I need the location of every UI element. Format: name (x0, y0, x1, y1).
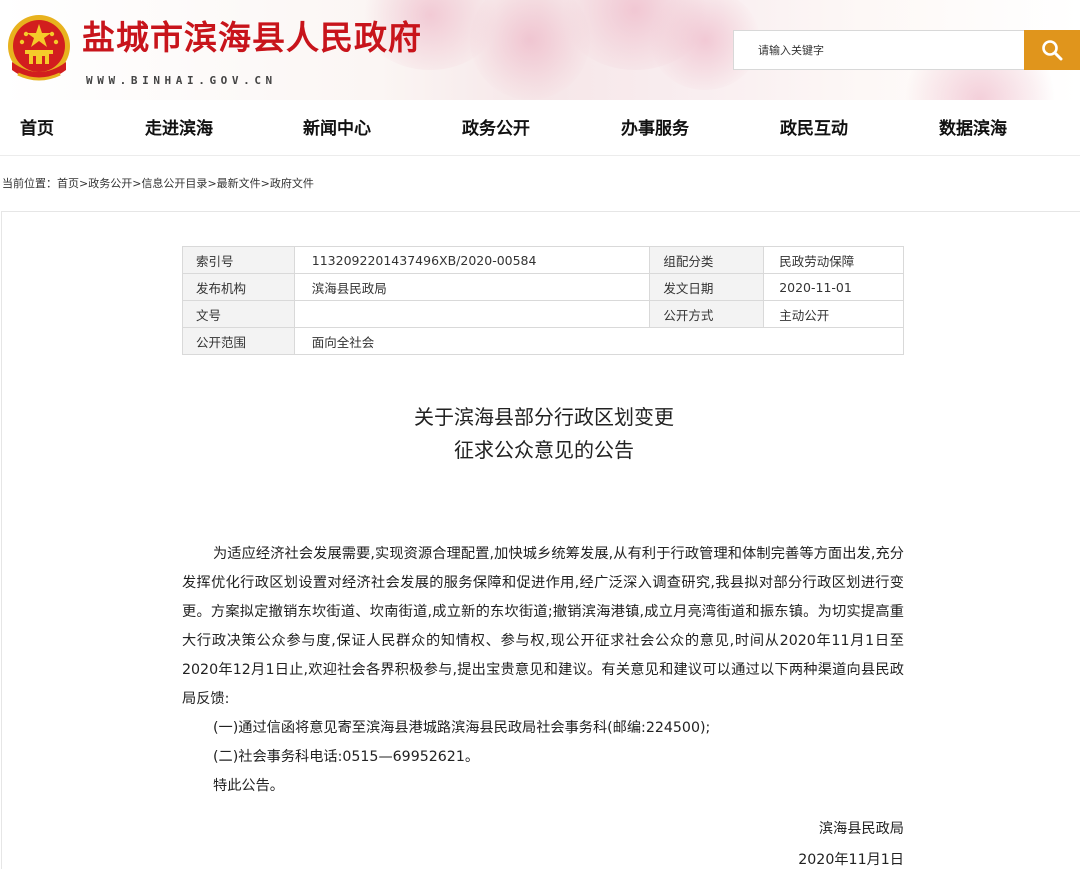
breadcrumb-prefix: 当前位置： (2, 177, 57, 190)
document-title-line1: 关于滨海县部分行政区划变更 (414, 405, 674, 429)
site-header: 盐城市滨海县人民政府 WWW.BINHAI.GOV.CN (0, 0, 1080, 100)
breadcrumb-link-catalog[interactable]: 信息公开目录 (141, 177, 207, 190)
document-title-line2: 征求公众意见的公告 (454, 438, 634, 462)
table-row: 索引号 1132092201437496XB/2020-00584 组配分类 民… (182, 246, 904, 274)
body-list-item: (一)通过信函将意见寄至滨海县港城路滨海县民政局社会事务科(邮编:224500)… (213, 720, 711, 736)
meta-value: 面向全社会 (293, 327, 905, 355)
meta-value: 滨海县民政局 (293, 273, 651, 301)
site-title: 盐城市滨海县人民政府 (82, 18, 422, 57)
breadcrumb-link-gov-docs[interactable]: 政府文件 (270, 177, 314, 190)
meta-label: 发文日期 (649, 273, 765, 301)
meta-label: 公开范围 (182, 327, 295, 355)
search-icon (1042, 40, 1063, 61)
nav-item-about[interactable]: 走进滨海 (145, 100, 213, 156)
document-meta-table: 索引号 1132092201437496XB/2020-00584 组配分类 民… (182, 246, 905, 355)
document-signature: 滨海县民政局 (818, 821, 904, 837)
site-url: WWW.BINHAI.GOV.CN (86, 74, 277, 87)
meta-value (293, 300, 651, 328)
meta-value: 2020-11-01 (763, 273, 904, 301)
meta-label: 发布机构 (182, 273, 295, 301)
breadcrumb-link-latest[interactable]: 最新文件 (217, 177, 261, 190)
nav-item-gov-affairs[interactable]: 政务公开 (462, 100, 530, 156)
nav-item-home[interactable]: 首页 (20, 100, 54, 156)
document-body: 为适应经济社会发展需要,实现资源合理配置,加快城乡统筹发展,从有利于行政管理和体… (182, 540, 904, 801)
document-date: 2020年11月1日 (798, 852, 904, 868)
nav-item-services[interactable]: 办事服务 (621, 100, 689, 156)
meta-label: 组配分类 (649, 246, 765, 274)
meta-label: 文号 (182, 300, 295, 328)
nav-item-news[interactable]: 新闻中心 (303, 100, 371, 156)
main-nav: 首页 走进滨海 新闻中心 政务公开 办事服务 政民互动 数据滨海 (0, 100, 1080, 156)
meta-label: 索引号 (182, 246, 295, 274)
search-button[interactable] (1024, 30, 1080, 70)
national-emblem-icon (8, 15, 70, 81)
breadcrumb-link-gov-affairs[interactable]: 政务公开 (88, 177, 132, 190)
meta-value: 主动公开 (763, 300, 904, 328)
table-row: 发布机构 滨海县民政局 发文日期 2020-11-01 (182, 273, 904, 301)
body-closing: 特此公告。 (213, 778, 284, 794)
table-row: 文号 公开方式 主动公开 (182, 300, 904, 328)
body-paragraph: 为适应经济社会发展需要,实现资源合理配置,加快城乡统筹发展,从有利于行政管理和体… (182, 546, 904, 707)
search-input[interactable] (733, 30, 1025, 70)
breadcrumb-separator: > (79, 177, 89, 190)
meta-value: 民政劳动保障 (763, 246, 904, 274)
nav-item-data[interactable]: 数据滨海 (939, 100, 1007, 156)
table-row: 公开范围 面向全社会 (182, 327, 905, 355)
body-list-item: (二)社会事务科电话:0515—69952621。 (213, 749, 480, 765)
breadcrumb-separator: > (260, 177, 270, 190)
nav-item-interaction[interactable]: 政民互动 (780, 100, 848, 156)
breadcrumb: 当前位置：首页>政务公开>信息公开目录>最新文件>政府文件 (2, 175, 314, 191)
breadcrumb-separator: > (207, 177, 217, 190)
breadcrumb-link-home[interactable]: 首页 (57, 177, 79, 190)
meta-value: 1132092201437496XB/2020-00584 (293, 246, 651, 274)
meta-label: 公开方式 (649, 300, 765, 328)
